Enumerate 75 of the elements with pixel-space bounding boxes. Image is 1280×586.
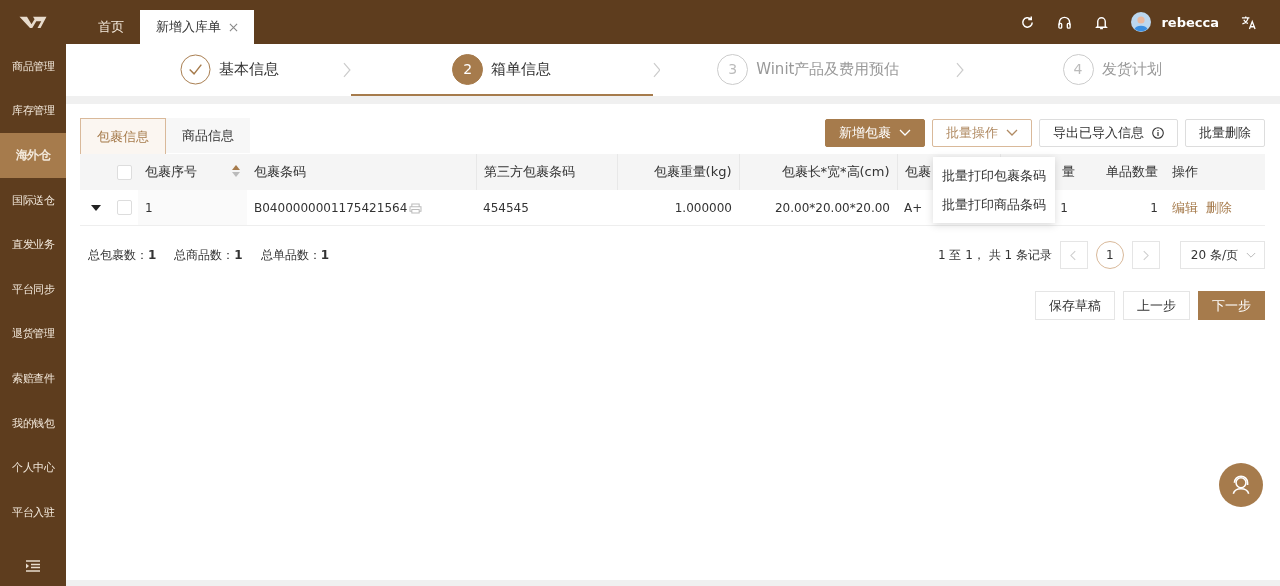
- sidebar-item[interactable]: 直发业务: [0, 222, 66, 267]
- sidebar-item[interactable]: 索赔查件: [0, 356, 66, 401]
- step: 基本信息: [116, 44, 343, 96]
- content-tab[interactable]: 商品信息: [166, 118, 250, 153]
- toolbar-button[interactable]: 批量删除: [1185, 119, 1265, 147]
- avatar-icon[interactable]: [1131, 12, 1152, 32]
- checkbox[interactable]: [117, 200, 132, 215]
- sidebar-item[interactable]: 平台同步: [0, 266, 66, 312]
- column-header: 单品数量: [1106, 164, 1158, 179]
- table-cell: 1.000000: [674, 200, 732, 215]
- footer-button[interactable]: 保存草稿: [1035, 291, 1115, 320]
- headset-person-icon: [1230, 474, 1252, 496]
- record-summary: 1 至 1， 共 1 条记录: [937, 246, 1052, 264]
- close-icon[interactable]: [229, 22, 238, 32]
- sort-icon[interactable]: [232, 165, 240, 177]
- info-icon: [1152, 127, 1164, 139]
- menu-item[interactable]: 批量打印包裹条码: [933, 161, 1055, 190]
- column-header: 量: [1062, 164, 1075, 179]
- action-link[interactable]: 编辑: [1172, 199, 1198, 215]
- sidebar-item[interactable]: 个人中心: [0, 445, 66, 490]
- sidebar-item[interactable]: 退货管理: [0, 311, 66, 357]
- total-count: 总商品数：1: [174, 246, 243, 264]
- bell-icon[interactable]: [1094, 14, 1110, 30]
- content-tab[interactable]: 包裹信息: [80, 118, 166, 154]
- sidebar-item[interactable]: 库存管理: [0, 88, 66, 134]
- table-cell: 20.00*20.00*20.00: [774, 200, 890, 215]
- table-cell: 1: [1150, 200, 1158, 215]
- refresh-icon[interactable]: [1020, 14, 1036, 30]
- column-header: 包裹重量(kg): [653, 164, 732, 179]
- checkbox[interactable]: [117, 165, 132, 180]
- table-cell: A+: [904, 200, 923, 215]
- table-cell: 1: [1060, 200, 1068, 215]
- total-count: 总包裹数：1: [88, 246, 157, 264]
- headset-icon[interactable]: [1057, 14, 1073, 30]
- sidebar-item[interactable]: 商品管理: [0, 44, 66, 89]
- chevron-right-icon: [1142, 249, 1150, 261]
- table-cell: 454545: [483, 200, 529, 215]
- action-link[interactable]: 删除: [1206, 199, 1232, 215]
- column-header: 包裹条码: [254, 164, 306, 179]
- sidebar-item[interactable]: 平台入驻: [0, 489, 66, 535]
- sidebar-item[interactable]: 国际送仓: [0, 177, 66, 223]
- support-button[interactable]: [1219, 463, 1263, 507]
- expand-icon[interactable]: [91, 204, 101, 211]
- step: 4 发货计划: [964, 44, 1260, 96]
- logo-icon: [18, 14, 48, 30]
- step: 3 Winit产品及费用预估: [660, 44, 957, 96]
- table-cell: 1: [145, 200, 153, 215]
- chevron-left-icon: [1070, 249, 1078, 261]
- sidebar-item[interactable]: 我的钱包: [0, 400, 66, 446]
- caret-icon: [1246, 251, 1256, 259]
- chevron-right-icon: [342, 62, 351, 78]
- page-size-select[interactable]: 20 条/页: [1179, 241, 1265, 269]
- footer-button[interactable]: 下一步: [1198, 291, 1265, 320]
- column-header: 包裹长*宽*高(cm): [781, 164, 890, 179]
- page-tab[interactable]: 新增入库单: [140, 10, 254, 44]
- column-header: 操作: [1172, 164, 1198, 179]
- toolbar-button[interactable]: 导出已导入信息: [1039, 119, 1178, 147]
- footer-button[interactable]: 上一步: [1123, 291, 1190, 320]
- column-header: 包裹: [904, 164, 931, 179]
- table-cell: B0400000001175421564: [254, 200, 408, 215]
- step: 2 箱单信息: [350, 44, 653, 96]
- chevron-right-icon: [956, 62, 965, 78]
- total-count: 总单品数：1: [260, 246, 330, 264]
- check-icon: [179, 53, 211, 85]
- translate-icon[interactable]: [1241, 14, 1256, 30]
- menu-icon[interactable]: [26, 560, 40, 572]
- user-name[interactable]: rebecca: [1161, 14, 1219, 30]
- toolbar-button[interactable]: 新增包裹: [825, 119, 925, 147]
- chevron-right-icon: [652, 62, 661, 78]
- menu-item[interactable]: 批量打印商品条码: [933, 190, 1055, 219]
- page-button[interactable]: 1: [1095, 241, 1124, 269]
- column-header: 第三方包裹条码: [483, 164, 575, 179]
- page-tab[interactable]: 首页: [82, 10, 140, 44]
- column-header: 包裹序号: [145, 164, 197, 179]
- printer-icon[interactable]: [409, 202, 423, 214]
